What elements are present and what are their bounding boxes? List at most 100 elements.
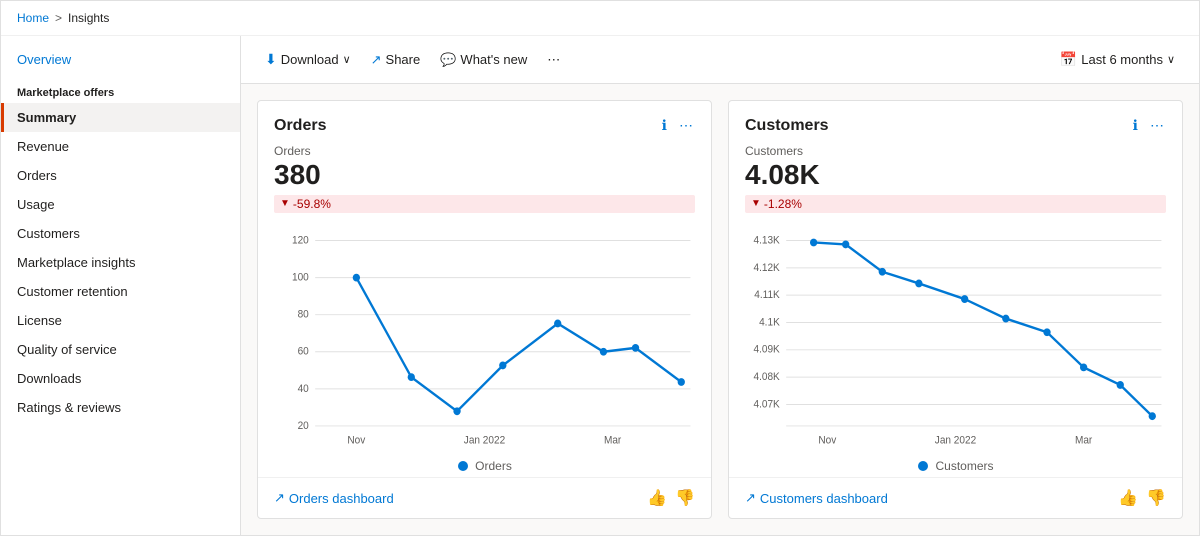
more-icon: ⋯ xyxy=(547,52,560,68)
customers-info-icon: ℹ xyxy=(1133,117,1138,133)
orders-header-actions: ℹ ⋯ xyxy=(660,115,695,136)
sidebar-item-quality-of-service[interactable]: Quality of service xyxy=(1,335,240,364)
customers-card: Customers ℹ ⋯ Customers 4.08K xyxy=(728,100,1183,519)
customers-card-body: Customers 4.08K ▼ -1.28% xyxy=(729,144,1182,477)
orders-card-body: Orders 380 ▼ -59.8% xyxy=(258,144,711,477)
toolbar: ⬇ Download ∨ ↗ Share 💬 What's new ⋯ 📅 xyxy=(241,36,1199,84)
svg-text:4.08K: 4.08K xyxy=(754,372,780,383)
customers-metric-value: 4.08K xyxy=(745,160,1166,191)
svg-text:40: 40 xyxy=(298,383,309,394)
customers-legend-label: Customers xyxy=(935,459,993,473)
sidebar-item-overview[interactable]: Overview xyxy=(1,44,240,75)
svg-text:4.13K: 4.13K xyxy=(754,235,780,246)
customers-feedback: 👍 👎 xyxy=(1118,488,1166,508)
date-filter-button[interactable]: 📅 Last 6 months ∨ xyxy=(1052,46,1183,73)
share-button[interactable]: ↗ Share xyxy=(363,47,429,73)
orders-thumbdown-button[interactable]: 👎 xyxy=(675,488,695,508)
orders-legend-label: Orders xyxy=(475,459,512,473)
orders-more-button[interactable]: ⋯ xyxy=(677,115,695,136)
sidebar-item-summary[interactable]: Summary xyxy=(1,103,240,132)
customers-card-footer: ↗ Customers dashboard 👍 👎 xyxy=(729,477,1182,518)
customers-card-title: Customers xyxy=(745,117,829,135)
orders-card-title: Orders xyxy=(274,117,326,135)
svg-text:120: 120 xyxy=(292,235,309,246)
sidebar-item-customer-retention[interactable]: Customer retention xyxy=(1,277,240,306)
orders-trend-icon: ↗ xyxy=(274,490,285,506)
whats-new-icon: 💬 xyxy=(440,52,456,68)
svg-text:4.11K: 4.11K xyxy=(754,290,780,301)
sidebar-item-marketplace-insights[interactable]: Marketplace insights xyxy=(1,248,240,277)
customers-metric-change: ▼ -1.28% xyxy=(745,195,1166,213)
date-filter-chevron-icon: ∨ xyxy=(1167,53,1175,66)
orders-change-arrow: ▼ xyxy=(280,198,290,209)
customers-more-icon: ⋯ xyxy=(1150,117,1164,133)
svg-text:60: 60 xyxy=(298,346,309,357)
customers-card-header: Customers ℹ ⋯ xyxy=(729,101,1182,144)
svg-text:Mar: Mar xyxy=(604,435,622,446)
breadcrumb-home[interactable]: Home xyxy=(17,11,49,25)
orders-chart: 120 100 80 60 40 20 Nov Jan 2022 Mar xyxy=(274,221,695,455)
customers-more-button[interactable]: ⋯ xyxy=(1148,115,1166,136)
orders-card: Orders ℹ ⋯ Orders 380 xyxy=(257,100,712,519)
svg-text:Jan 2022: Jan 2022 xyxy=(935,435,977,446)
sidebar-item-usage[interactable]: Usage xyxy=(1,190,240,219)
orders-thumbup-button[interactable]: 👍 xyxy=(647,488,667,508)
orders-feedback: 👍 👎 xyxy=(647,488,695,508)
customers-change-arrow: ▼ xyxy=(751,198,761,209)
customers-legend: Customers xyxy=(745,455,1166,477)
orders-change-value: -59.8% xyxy=(293,197,331,211)
customers-info-button[interactable]: ℹ xyxy=(1131,115,1140,136)
customers-change-value: -1.28% xyxy=(764,197,802,211)
svg-text:Nov: Nov xyxy=(818,435,837,446)
sidebar-item-revenue[interactable]: Revenue xyxy=(1,132,240,161)
share-icon: ↗ xyxy=(371,52,382,68)
orders-metric-change: ▼ -59.8% xyxy=(274,195,695,213)
customers-metric-label: Customers xyxy=(745,144,1166,158)
orders-legend: Orders xyxy=(274,455,695,477)
orders-card-header: Orders ℹ ⋯ xyxy=(258,101,711,144)
orders-legend-dot xyxy=(457,460,469,472)
sidebar: Overview Marketplace offers Summary Reve… xyxy=(1,36,241,535)
svg-text:4.09K: 4.09K xyxy=(754,344,780,355)
orders-metric-label: Orders xyxy=(274,144,695,158)
breadcrumb-separator: > xyxy=(55,11,62,25)
customers-thumbup-button[interactable]: 👍 xyxy=(1118,488,1138,508)
svg-text:4.07K: 4.07K xyxy=(754,399,780,410)
orders-dashboard-link[interactable]: ↗ Orders dashboard xyxy=(274,490,394,506)
breadcrumb: Home > Insights xyxy=(1,1,1199,36)
customers-thumbdown-button[interactable]: 👎 xyxy=(1146,488,1166,508)
customers-dashboard-link[interactable]: ↗ Customers dashboard xyxy=(745,490,888,506)
svg-text:Mar: Mar xyxy=(1075,435,1093,446)
more-button[interactable]: ⋯ xyxy=(539,47,568,73)
customers-legend-dot xyxy=(917,460,929,472)
customers-chart-area: 4.13K 4.12K 4.11K 4.1K 4.09K 4.08K 4.07K… xyxy=(745,221,1166,455)
calendar-icon: 📅 xyxy=(1060,51,1077,68)
sidebar-item-orders[interactable]: Orders xyxy=(1,161,240,190)
download-chevron-icon: ∨ xyxy=(343,53,351,66)
orders-info-button[interactable]: ℹ xyxy=(660,115,669,136)
svg-text:100: 100 xyxy=(292,272,309,283)
orders-more-icon: ⋯ xyxy=(679,117,693,133)
content-area: ⬇ Download ∨ ↗ Share 💬 What's new ⋯ 📅 xyxy=(241,36,1199,535)
orders-card-footer: ↗ Orders dashboard 👍 👎 xyxy=(258,477,711,518)
cards-area: Orders ℹ ⋯ Orders 380 xyxy=(241,84,1199,535)
sidebar-section-label: Marketplace offers xyxy=(1,75,240,103)
download-icon: ⬇ xyxy=(265,51,277,68)
svg-text:4.1K: 4.1K xyxy=(759,317,780,328)
orders-chart-area: 120 100 80 60 40 20 Nov Jan 2022 Mar xyxy=(274,221,695,455)
svg-text:4.12K: 4.12K xyxy=(754,262,780,273)
sidebar-item-license[interactable]: License xyxy=(1,306,240,335)
svg-text:20: 20 xyxy=(298,420,309,431)
orders-metric-value: 380 xyxy=(274,160,695,191)
customers-trend-icon: ↗ xyxy=(745,490,756,506)
sidebar-item-customers[interactable]: Customers xyxy=(1,219,240,248)
download-button[interactable]: ⬇ Download ∨ xyxy=(257,46,359,73)
svg-text:80: 80 xyxy=(298,309,309,320)
sidebar-item-ratings-reviews[interactable]: Ratings & reviews xyxy=(1,393,240,422)
sidebar-item-downloads[interactable]: Downloads xyxy=(1,364,240,393)
info-icon: ℹ xyxy=(662,117,667,133)
customers-chart: 4.13K 4.12K 4.11K 4.1K 4.09K 4.08K 4.07K… xyxy=(745,221,1166,455)
whats-new-button[interactable]: 💬 What's new xyxy=(432,47,535,73)
customers-header-actions: ℹ ⋯ xyxy=(1131,115,1166,136)
breadcrumb-current: Insights xyxy=(68,11,109,25)
